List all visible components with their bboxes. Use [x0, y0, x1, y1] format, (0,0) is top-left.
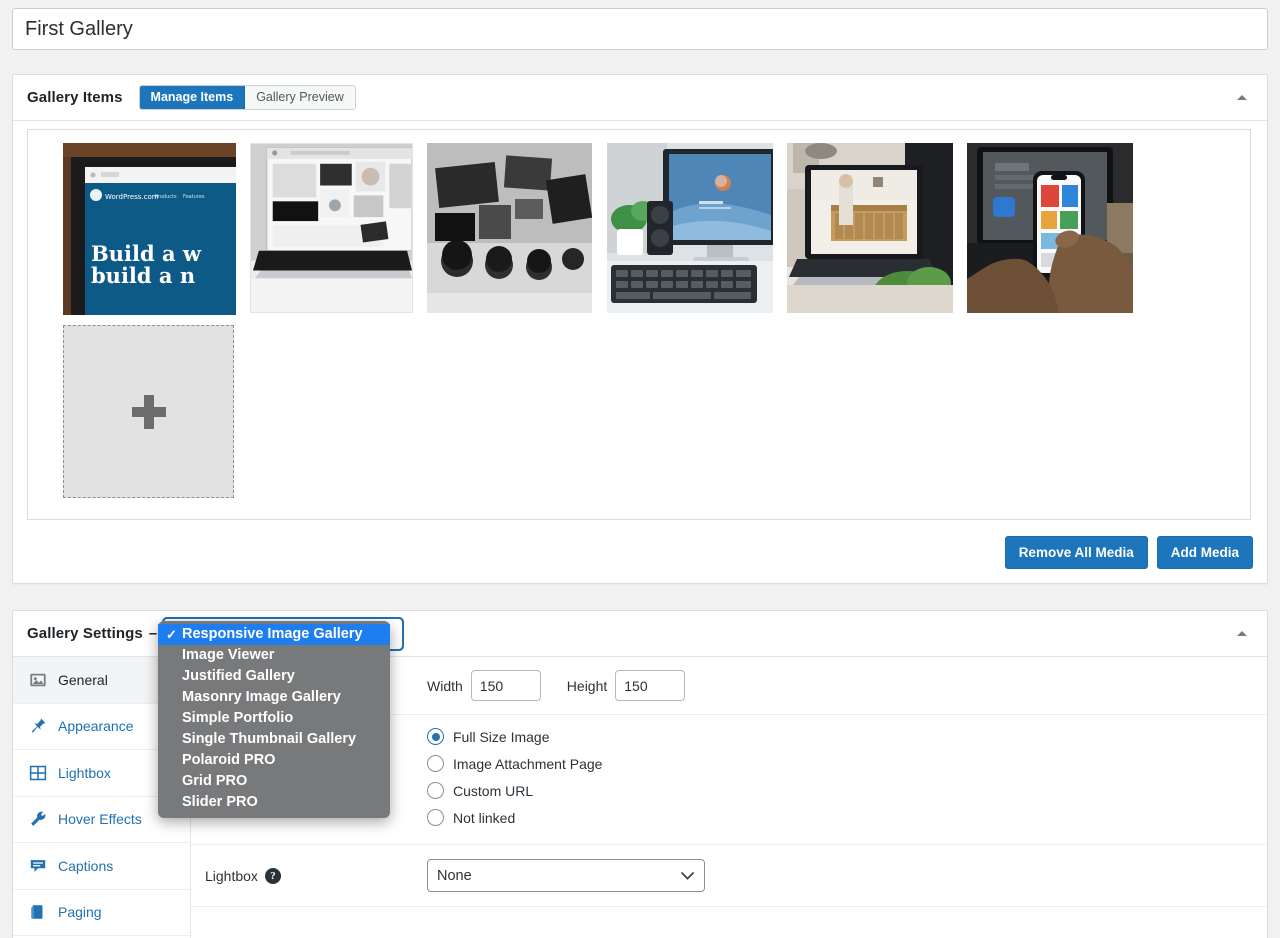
svg-text:build a n: build a n — [91, 263, 195, 288]
caret-up-icon — [1237, 95, 1247, 100]
radio-label: Full Size Image — [453, 728, 550, 745]
gallery-settings-collapse-toggle[interactable] — [1227, 619, 1257, 649]
sidebar-item-label: Lightbox — [58, 764, 111, 781]
comment-icon — [30, 859, 46, 872]
tab-manage-items[interactable]: Manage Items — [139, 86, 246, 109]
sidebar-item-label: General — [58, 671, 108, 688]
plus-icon — [131, 394, 166, 429]
add-media-button[interactable]: Add Media — [1156, 536, 1253, 569]
gallery-settings-heading: Gallery Settings — [27, 625, 143, 642]
question-mark-icon[interactable]: ? — [264, 867, 281, 884]
link-to-radio-group: Full Size Image Image Attachment Page Cu… — [427, 715, 602, 839]
thumbnail-image — [251, 144, 412, 312]
height-label: Height — [566, 677, 608, 694]
gallery-items-header: Gallery Items Manage Items Gallery Previ… — [13, 75, 1267, 121]
lightbox-label-wrap: Lightbox ? — [205, 867, 427, 884]
radio-label: Custom URL — [453, 782, 534, 799]
thumbnail-image — [787, 143, 953, 313]
dropdown-option-label: Slider PRO — [182, 794, 258, 810]
dropdown-option-label: Masonry Image Gallery — [182, 689, 341, 705]
sidebar-item-label: Hover Effects — [58, 811, 142, 828]
dropdown-option-label: Grid PRO — [182, 773, 248, 789]
thumbnail-desktop-monitor[interactable] — [607, 143, 773, 313]
wrench-icon — [31, 811, 46, 827]
lightbox-field: None — [427, 859, 1267, 892]
svg-text:Features: Features — [183, 194, 205, 200]
height-input[interactable] — [615, 670, 686, 701]
radio-label: Image Attachment Page — [453, 755, 603, 772]
thumbnail-wordpress-tablet[interactable]: WordPress.com Products Features Build a … — [63, 143, 236, 315]
dropdown-option-image-viewer[interactable]: Image Viewer — [158, 645, 390, 666]
svg-text:WordPress.com: WordPress.com — [105, 193, 159, 201]
image-icon — [30, 673, 46, 687]
radio-indicator[interactable] — [427, 809, 444, 826]
thumbnail-image: WordPress.com Products Features Build a … — [63, 143, 236, 315]
width-input[interactable] — [470, 670, 541, 701]
remove-all-media-button[interactable]: Remove All Media — [1004, 536, 1148, 569]
radio-indicator[interactable] — [427, 755, 444, 772]
thumbnail-image — [967, 143, 1133, 313]
thumbnail-circuit-board[interactable] — [427, 143, 592, 313]
width-label: Width — [427, 677, 463, 694]
thumbnail-phone-in-hand[interactable] — [967, 143, 1133, 313]
image-size-fields: Width Height — [427, 670, 1267, 701]
sidebar-item-paging[interactable]: Paging — [13, 890, 190, 936]
gallery-title-input[interactable] — [12, 8, 1268, 50]
lightbox-label: Lightbox — [205, 867, 258, 884]
heading-separator: – — [148, 625, 158, 642]
checkmark-icon: ✓ — [166, 627, 177, 642]
dropdown-option-polaroid-pro[interactable]: Polaroid PRO — [158, 750, 390, 771]
sidebar-item-label: Captions — [58, 857, 114, 874]
row-lightbox: Lightbox ? None — [191, 845, 1267, 907]
thumbnail-laptop-interior[interactable] — [787, 143, 953, 313]
gallery-view-dropdown-menu[interactable]: ✓ Responsive Image Gallery Image Viewer … — [158, 621, 390, 818]
radio-label: Not linked — [453, 809, 516, 826]
dropdown-option-justified-gallery[interactable]: Justified Gallery — [158, 666, 390, 687]
radio-image-attachment-page[interactable]: Image Attachment Page — [427, 755, 602, 772]
dropdown-option-label: Single Thumbnail Gallery — [182, 731, 357, 747]
dropdown-option-slider-pro[interactable]: Slider PRO — [158, 792, 390, 813]
gallery-items-panel: Gallery Items Manage Items Gallery Previ… — [12, 74, 1268, 584]
dropdown-option-label: Image Viewer — [182, 647, 275, 663]
admin-page: Gallery Items Manage Items Gallery Previ… — [0, 0, 1280, 938]
tab-gallery-preview[interactable]: Gallery Preview — [245, 86, 355, 109]
radio-indicator[interactable] — [427, 728, 444, 745]
dropdown-option-responsive-image-gallery[interactable]: ✓ Responsive Image Gallery — [158, 624, 390, 645]
gallery-items-buttons: Remove All Media Add Media — [1004, 536, 1253, 569]
thumbnail-row: WordPress.com Products Features Build a … — [40, 140, 1238, 509]
dropdown-option-simple-portfolio[interactable]: Simple Portfolio — [158, 708, 390, 729]
dropdown-option-label: Simple Portfolio — [182, 710, 294, 726]
lightbox-select-wrap: None — [427, 859, 705, 892]
gallery-items-heading: Gallery Items — [27, 89, 123, 106]
add-media-placeholder[interactable] — [63, 325, 234, 498]
sidebar-item-label: Paging — [58, 904, 102, 921]
gallery-title-wrap — [12, 8, 1268, 50]
svg-text:Products: Products — [155, 194, 177, 200]
thumbnail-image — [427, 143, 592, 313]
lightbox-select[interactable]: None — [427, 859, 705, 892]
dropdown-option-masonry-image-gallery[interactable]: Masonry Image Gallery — [158, 687, 390, 708]
link-to-field: Full Size Image Image Attachment Page Cu… — [427, 715, 1267, 839]
dropdown-option-label: Polaroid PRO — [182, 752, 276, 768]
grid-icon — [29, 765, 47, 780]
radio-indicator[interactable] — [427, 782, 444, 799]
radio-custom-url[interactable]: Custom URL — [427, 782, 602, 799]
radio-not-linked[interactable]: Not linked — [427, 809, 602, 826]
book-icon — [31, 905, 43, 919]
sidebar-item-captions[interactable]: Captions — [13, 843, 190, 890]
dropdown-option-grid-pro[interactable]: Grid PRO — [158, 771, 390, 792]
pin-icon — [31, 718, 46, 733]
gallery-items-tabgroup: Manage Items Gallery Preview — [138, 85, 356, 110]
thumbnail-laptop-moodboard[interactable] — [250, 143, 413, 313]
gallery-items-collapse-toggle[interactable] — [1227, 83, 1257, 113]
dropdown-option-label: Justified Gallery — [182, 668, 295, 684]
caret-up-icon — [1237, 631, 1247, 636]
sidebar-item-label: Appearance — [58, 718, 134, 735]
dropdown-option-single-thumbnail-gallery[interactable]: Single Thumbnail Gallery — [158, 729, 390, 750]
dropdown-option-label: Responsive Image Gallery — [182, 626, 363, 642]
gallery-items-list: WordPress.com Products Features Build a … — [27, 129, 1251, 520]
radio-full-size-image[interactable]: Full Size Image — [427, 728, 602, 745]
thumbnail-image — [607, 143, 773, 313]
